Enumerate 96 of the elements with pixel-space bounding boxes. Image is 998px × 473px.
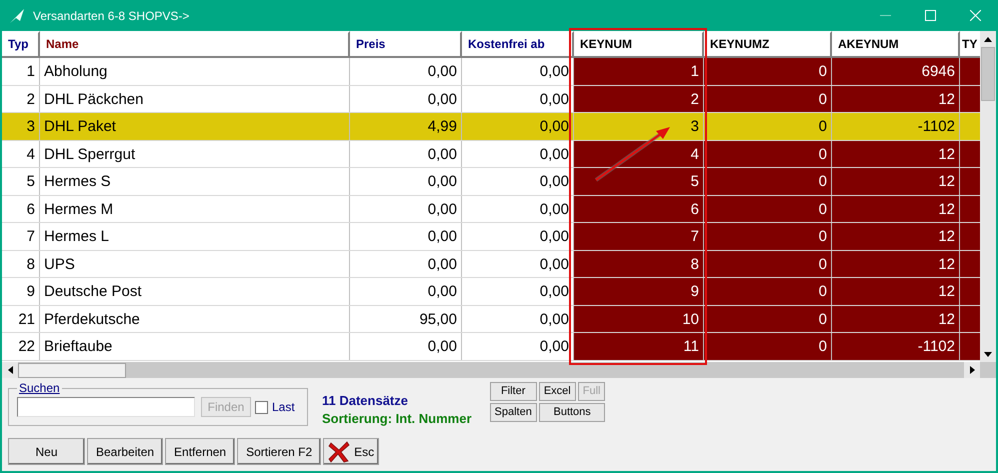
table-cell: 0,00 bbox=[350, 250, 462, 277]
table-cell: 6 bbox=[574, 196, 704, 222]
table-cell: 0 bbox=[704, 58, 832, 84]
table-cell: UPS bbox=[40, 250, 350, 277]
table-cell: 12 bbox=[832, 86, 960, 112]
table-row[interactable]: 2 DHL Päckchen 0,00 0,00 2 0 12 bbox=[2, 86, 980, 113]
table-cell: 0 bbox=[704, 168, 832, 194]
table-cell: 5 bbox=[574, 168, 704, 194]
action-button[interactable]: Bearbeiten bbox=[87, 438, 164, 465]
table-cell: 22 bbox=[2, 333, 40, 360]
table-cell: 0 bbox=[704, 250, 832, 277]
table-cell: Hermes S bbox=[40, 168, 350, 194]
table-row[interactable]: 5 Hermes S 0,00 0,00 5 0 12 bbox=[2, 168, 980, 196]
table-cell: 0,00 bbox=[350, 168, 462, 194]
escape-button[interactable]: Esc bbox=[323, 438, 380, 465]
scroll-right-icon[interactable] bbox=[970, 366, 974, 374]
table-cell: 0 bbox=[704, 333, 832, 360]
table-cell: 21 bbox=[2, 306, 40, 332]
record-count: 11 Datensätze bbox=[322, 392, 409, 410]
table-cell: 6946 bbox=[832, 58, 960, 84]
table-cell: 12 bbox=[832, 306, 960, 332]
table-cell: 12 bbox=[832, 196, 960, 222]
tool-button[interactable]: Excel bbox=[538, 382, 576, 401]
table-cell: Deutsche Post bbox=[40, 278, 350, 304]
table-cell: 8 bbox=[2, 250, 40, 277]
table-cell: 5 bbox=[2, 168, 40, 194]
table-cell: 10 bbox=[574, 306, 704, 332]
scroll-left-icon[interactable] bbox=[8, 366, 12, 374]
table-cell: Abholung bbox=[40, 58, 350, 84]
table-cell: 0 bbox=[704, 140, 832, 167]
table-cell: 2 bbox=[574, 86, 704, 112]
scroll-thumb[interactable] bbox=[981, 47, 995, 101]
table-cell: 12 bbox=[832, 168, 960, 194]
last-label: Last bbox=[272, 399, 295, 416]
table-cell: 0,00 bbox=[350, 333, 462, 360]
search-field[interactable] bbox=[17, 397, 195, 417]
table-row[interactable]: 3 DHL Paket 4,99 0,00 3 0 -1102 bbox=[2, 113, 980, 140]
table-cell: 9 bbox=[574, 278, 704, 304]
table-cell: 0,00 bbox=[350, 196, 462, 222]
table-cell: 7 bbox=[2, 223, 40, 250]
table-cell: 6 bbox=[2, 196, 40, 222]
table-cell: 0,00 bbox=[350, 86, 462, 112]
table-cell: -1102 bbox=[832, 333, 960, 360]
table-row[interactable]: 6 Hermes M 0,00 0,00 6 0 12 bbox=[2, 196, 980, 223]
table-cell: 4 bbox=[2, 140, 40, 167]
scroll-thumb[interactable] bbox=[18, 362, 126, 378]
tool-button[interactable]: Spalten bbox=[490, 403, 537, 422]
action-button[interactable]: Sortieren F2 bbox=[237, 438, 322, 465]
table-cell: Hermes L bbox=[40, 223, 350, 250]
table-cell: 0,00 bbox=[350, 58, 462, 84]
search-label: Suchen bbox=[17, 381, 62, 395]
table-cell: DHL Päckchen bbox=[40, 86, 350, 112]
tool-button[interactable]: Buttons bbox=[538, 403, 606, 422]
table-cell: 8 bbox=[574, 250, 704, 277]
action-button[interactable]: Entfernen bbox=[165, 438, 236, 465]
table-cell: 0 bbox=[704, 278, 832, 304]
table-cell: 0 bbox=[704, 196, 832, 222]
table-cell: Brieftaube bbox=[40, 333, 350, 360]
table-cell: 0,00 bbox=[350, 140, 462, 167]
table-cell: 7 bbox=[574, 223, 704, 250]
window-title: Versandarten 6-8 SHOPVS-> bbox=[33, 8, 190, 24]
table-cell: 4 bbox=[574, 140, 704, 167]
tool-button[interactable]: Filter bbox=[490, 382, 537, 401]
table-cell: 12 bbox=[832, 250, 960, 277]
table-cell: 1 bbox=[2, 58, 40, 84]
cross-icon bbox=[328, 440, 350, 462]
table-row[interactable]: 1 Abholung 0,00 0,00 1 0 6946 bbox=[2, 58, 980, 86]
table-cell: 9 bbox=[2, 278, 40, 304]
table-row[interactable]: 9 Deutsche Post 0,00 0,00 9 0 12 bbox=[2, 278, 980, 306]
table-row[interactable]: 22 Brieftaube 0,00 0,00 11 0 -1102 bbox=[2, 333, 980, 360]
table-row[interactable]: 21 Pferdekutsche 95,00 0,00 10 0 12 bbox=[2, 306, 980, 333]
table-cell: 1 bbox=[574, 58, 704, 84]
last-checkbox[interactable] bbox=[255, 400, 268, 414]
table-cell: 0 bbox=[704, 306, 832, 332]
vertical-scrollbar[interactable] bbox=[980, 31, 996, 362]
horizontal-scrollbar[interactable] bbox=[2, 362, 996, 378]
table-cell: DHL Sperrgut bbox=[40, 140, 350, 167]
table-cell: 0 bbox=[704, 86, 832, 112]
table-row[interactable]: 4 DHL Sperrgut 0,00 0,00 4 0 12 bbox=[2, 140, 980, 168]
table-cell: 12 bbox=[832, 223, 960, 250]
table-cell: 95,00 bbox=[350, 306, 462, 332]
table-cell: Pferdekutsche bbox=[40, 306, 350, 332]
table-cell: 12 bbox=[832, 140, 960, 167]
table-cell: Hermes M bbox=[40, 196, 350, 222]
close-icon[interactable] bbox=[970, 10, 981, 21]
sort-order: Sortierung: Int. Nummer bbox=[322, 410, 472, 428]
table-cell: 2 bbox=[2, 86, 40, 112]
table-cell: 11 bbox=[574, 333, 704, 360]
maximize-icon[interactable] bbox=[925, 10, 936, 21]
table-cell: 12 bbox=[832, 278, 960, 304]
table-cell: 0,00 bbox=[350, 223, 462, 250]
action-button[interactable]: Neu bbox=[8, 438, 85, 465]
table-row[interactable]: 7 Hermes L 0,00 0,00 7 0 12 bbox=[2, 223, 980, 250]
table-cell: 0 bbox=[704, 223, 832, 250]
table-row[interactable]: 8 UPS 0,00 0,00 8 0 12 bbox=[2, 250, 980, 278]
table-cell: 0,00 bbox=[350, 278, 462, 304]
